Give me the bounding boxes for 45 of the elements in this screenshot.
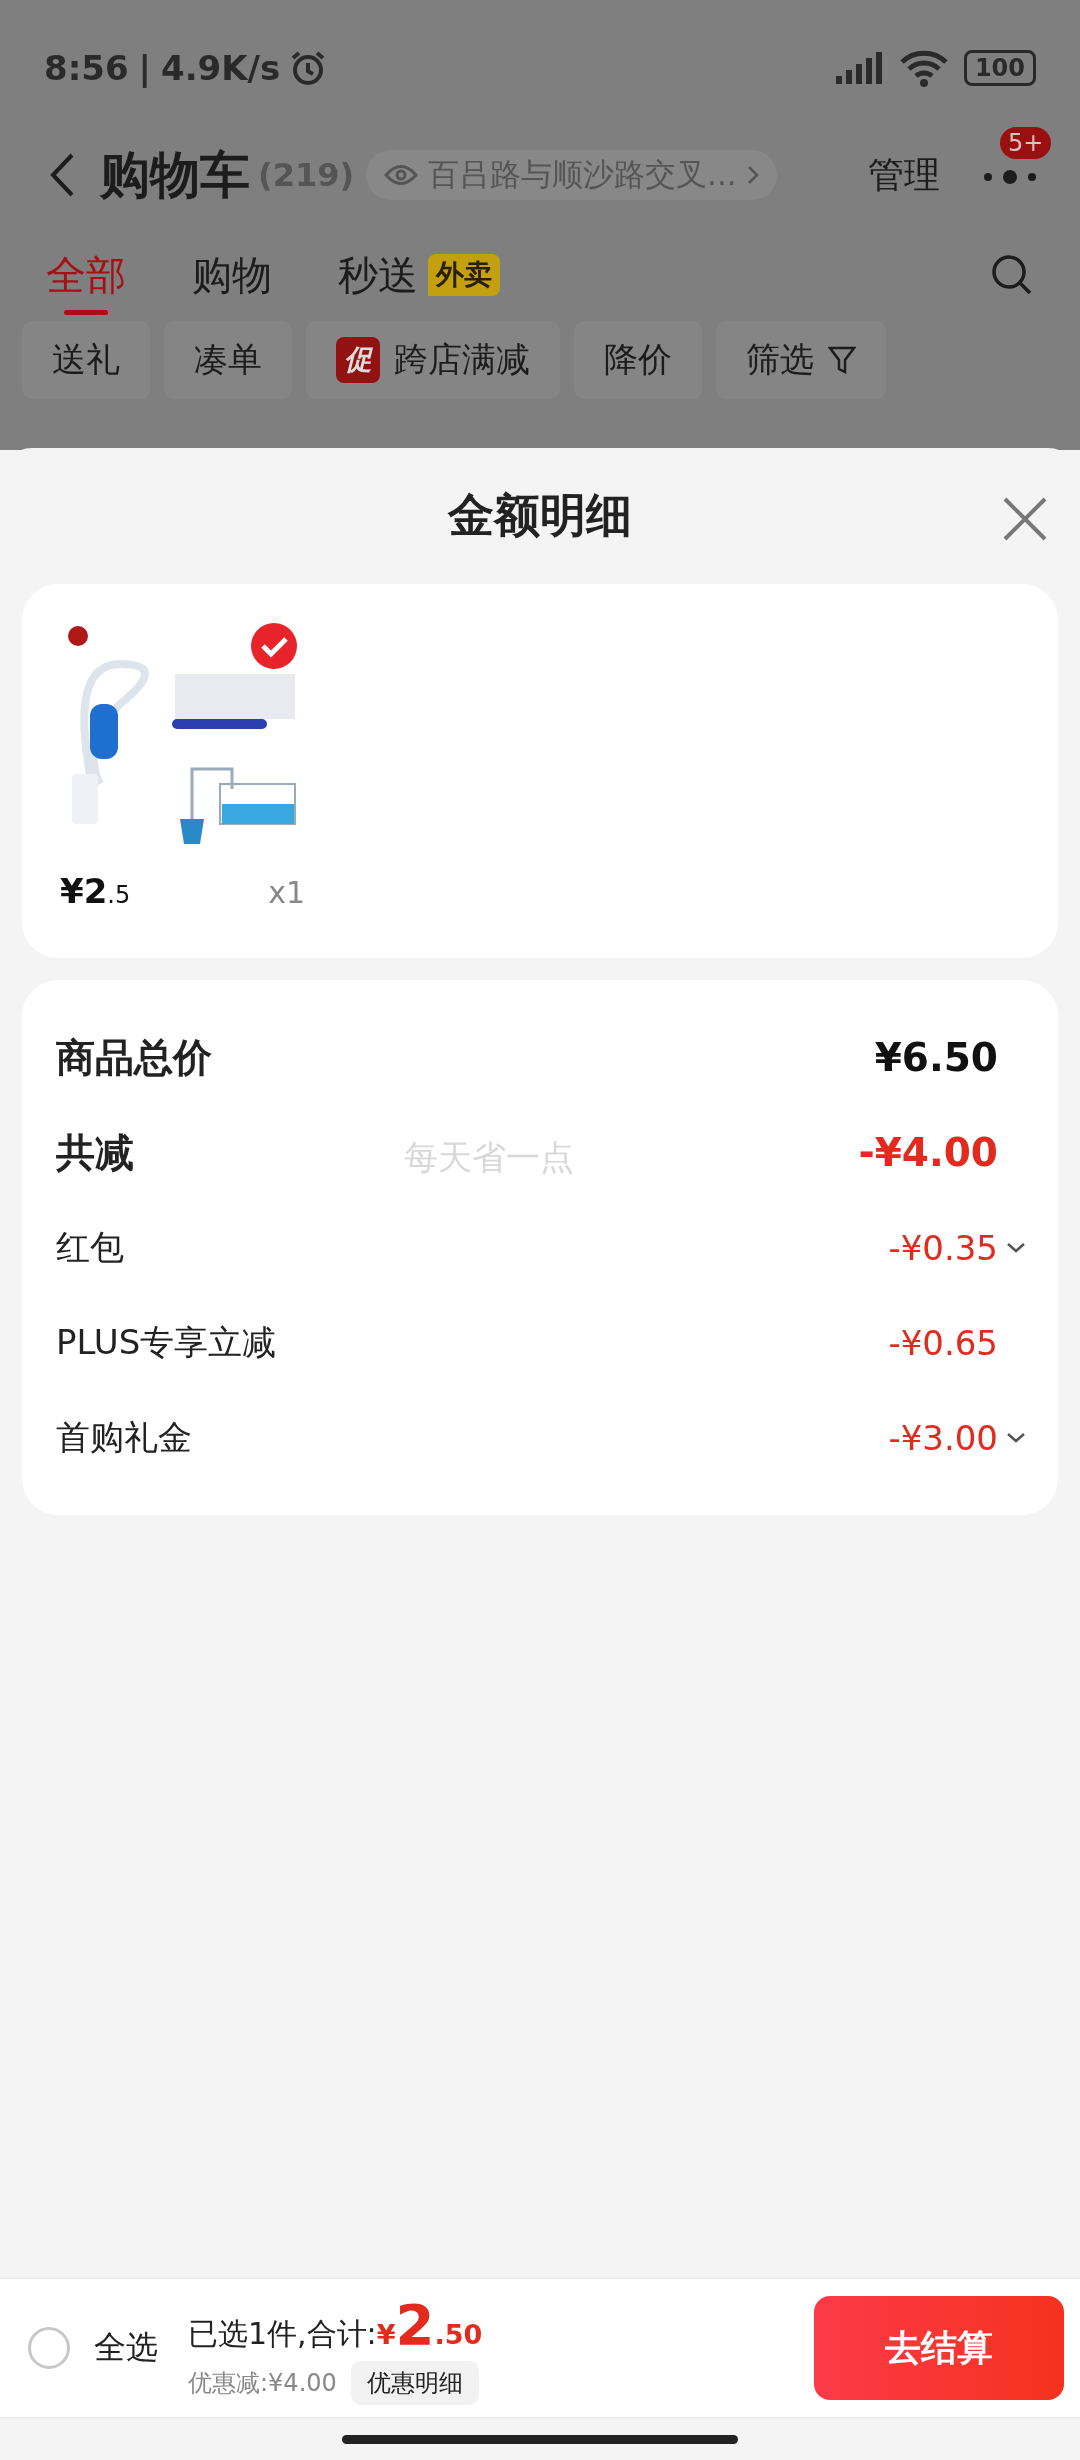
filter-chip[interactable]: 送礼: [22, 321, 150, 399]
status-time: 8:56: [44, 47, 129, 88]
home-indicator[interactable]: [342, 2434, 738, 2444]
close-icon[interactable]: [1002, 496, 1048, 542]
checkout-button[interactable]: 去结算: [814, 2296, 1064, 2400]
back-icon[interactable]: [50, 153, 74, 197]
selected-summary: 已选1件,合计:: [188, 2314, 377, 2353]
eye-icon: [384, 164, 419, 186]
filter-chip[interactable]: 促 跨店满减: [306, 321, 560, 399]
battery-indicator: 100: [963, 49, 1036, 86]
tag-badge: 外卖: [428, 254, 500, 296]
price-label: 商品总价: [56, 1033, 212, 1082]
price-value: -¥3.00: [888, 1417, 998, 1458]
filter-chip[interactable]: 筛选: [716, 321, 886, 399]
item-price: ¥2.5: [60, 871, 131, 911]
chevron-down-icon[interactable]: [1006, 1241, 1026, 1254]
price-label: 首购礼金: [56, 1415, 192, 1459]
select-all-checkbox[interactable]: [28, 2327, 70, 2369]
total-price: ¥2.50: [376, 2291, 483, 2357]
check-icon[interactable]: [250, 622, 298, 670]
search-icon[interactable]: [990, 253, 1034, 297]
price-label: PLUS专享立减: [56, 1320, 277, 1364]
tab[interactable]: 秒送 外卖: [338, 235, 500, 315]
price-label: 共减: [56, 1128, 134, 1177]
separator-text: |: [138, 47, 151, 88]
promo-badge: 促: [336, 337, 380, 383]
chevron-down-icon[interactable]: [1006, 1431, 1026, 1444]
sheet-title: 金额明细: [448, 487, 632, 544]
price-value: -¥0.65: [888, 1322, 998, 1363]
discount-amount: 优惠减:¥4.00: [188, 2367, 337, 2399]
page-title: 购物车: [100, 144, 250, 206]
tab[interactable]: 购物: [192, 235, 272, 315]
filter-chip[interactable]: 凑单: [164, 321, 292, 399]
manage-button[interactable]: 管理: [868, 150, 940, 200]
select-all-label[interactable]: 全选: [94, 2326, 158, 2370]
price-value: ¥6.50: [874, 1035, 998, 1080]
filter-chip[interactable]: 降价: [574, 321, 702, 399]
chevron-right-icon: [746, 165, 759, 185]
notification-badge: 5+: [1000, 127, 1052, 159]
price-value: -¥4.00: [858, 1130, 998, 1175]
discount-details-button[interactable]: 优惠明细: [350, 2360, 479, 2405]
network-speed: 4.9K/s: [161, 47, 281, 88]
price-label: 红包: [56, 1225, 124, 1269]
item-quantity: x1: [268, 875, 305, 910]
price-value: -¥0.35: [888, 1227, 998, 1268]
